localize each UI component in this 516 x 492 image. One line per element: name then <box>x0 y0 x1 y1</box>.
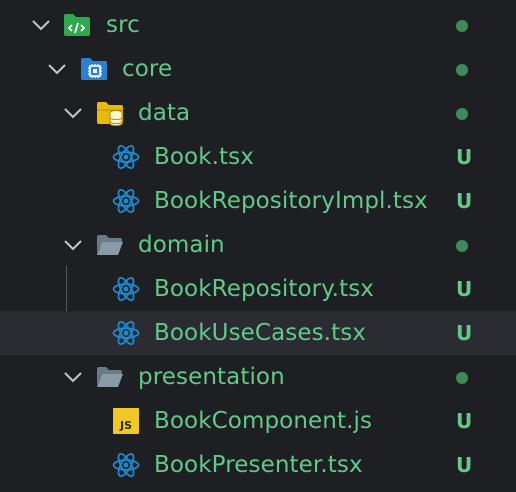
untracked-badge: U <box>456 409 473 433</box>
modified-dot <box>456 108 468 120</box>
tree-row-bookrepository-tsx[interactable]: BookRepository.tsx U <box>0 267 516 311</box>
tree-row-data[interactable]: data <box>0 91 516 135</box>
modified-dot <box>456 20 468 32</box>
modified-dot <box>456 64 468 76</box>
tree-row-bookcomponent-js[interactable]: JS BookComponent.js U <box>0 399 516 443</box>
tree-row-src[interactable]: src <box>0 3 516 47</box>
untracked-badge: U <box>456 189 473 213</box>
tree-row-label: core <box>122 56 173 82</box>
chevron-down-icon[interactable] <box>62 366 84 388</box>
untracked-badge: U <box>456 277 473 301</box>
tree-row-label: data <box>138 100 191 126</box>
tree-row-presentation[interactable]: presentation <box>0 355 516 399</box>
tree-row-bookusecases-tsx[interactable]: BookUseCases.tsx U <box>0 311 516 355</box>
react-icon <box>112 321 140 345</box>
folder-data-icon <box>97 102 123 127</box>
folder-core-icon <box>81 58 107 80</box>
tree-row-label: BookPresenter.tsx <box>154 452 363 478</box>
tree-row-domain[interactable]: domain <box>0 223 516 267</box>
folder-src-icon <box>64 14 90 36</box>
file-explorer-tree: src core data Book.tsx U BookRepositoryI… <box>0 0 516 492</box>
react-icon <box>112 145 140 169</box>
tree-row-label: presentation <box>138 364 285 390</box>
tree-row-label: BookRepository.tsx <box>154 276 374 302</box>
modified-dot <box>456 240 468 252</box>
untracked-badge: U <box>456 321 473 345</box>
tree-row-label: BookComponent.js <box>154 408 373 434</box>
tree-row-bookrepositoryimpl-tsx[interactable]: BookRepositoryImpl.tsx U <box>0 179 516 223</box>
tree-row-label: BookUseCases.tsx <box>154 320 367 346</box>
react-icon <box>112 453 140 477</box>
javascript-file-icon: JS <box>113 408 139 434</box>
folder-open-icon <box>97 235 123 255</box>
tree-row-label: Book.tsx <box>154 144 254 170</box>
react-icon <box>112 277 140 301</box>
js-icon-text: JS <box>119 419 132 432</box>
chevron-down-icon[interactable] <box>46 58 68 80</box>
untracked-badge: U <box>456 145 473 169</box>
tree-row-label: src <box>106 12 140 38</box>
tree-row-label: BookRepositoryImpl.tsx <box>154 188 428 214</box>
react-icon <box>112 189 140 213</box>
tree-row-label: domain <box>138 232 225 258</box>
tree-row-bookpresenter-tsx[interactable]: BookPresenter.tsx U <box>0 443 516 487</box>
chevron-down-icon[interactable] <box>62 102 84 124</box>
tree-row-book-tsx[interactable]: Book.tsx U <box>0 135 516 179</box>
chevron-down-icon[interactable] <box>30 14 52 36</box>
modified-dot <box>456 372 468 384</box>
tree-row-core[interactable]: core <box>0 47 516 91</box>
folder-open-icon <box>97 367 123 387</box>
chevron-down-icon[interactable] <box>62 234 84 256</box>
untracked-badge: U <box>456 453 473 477</box>
